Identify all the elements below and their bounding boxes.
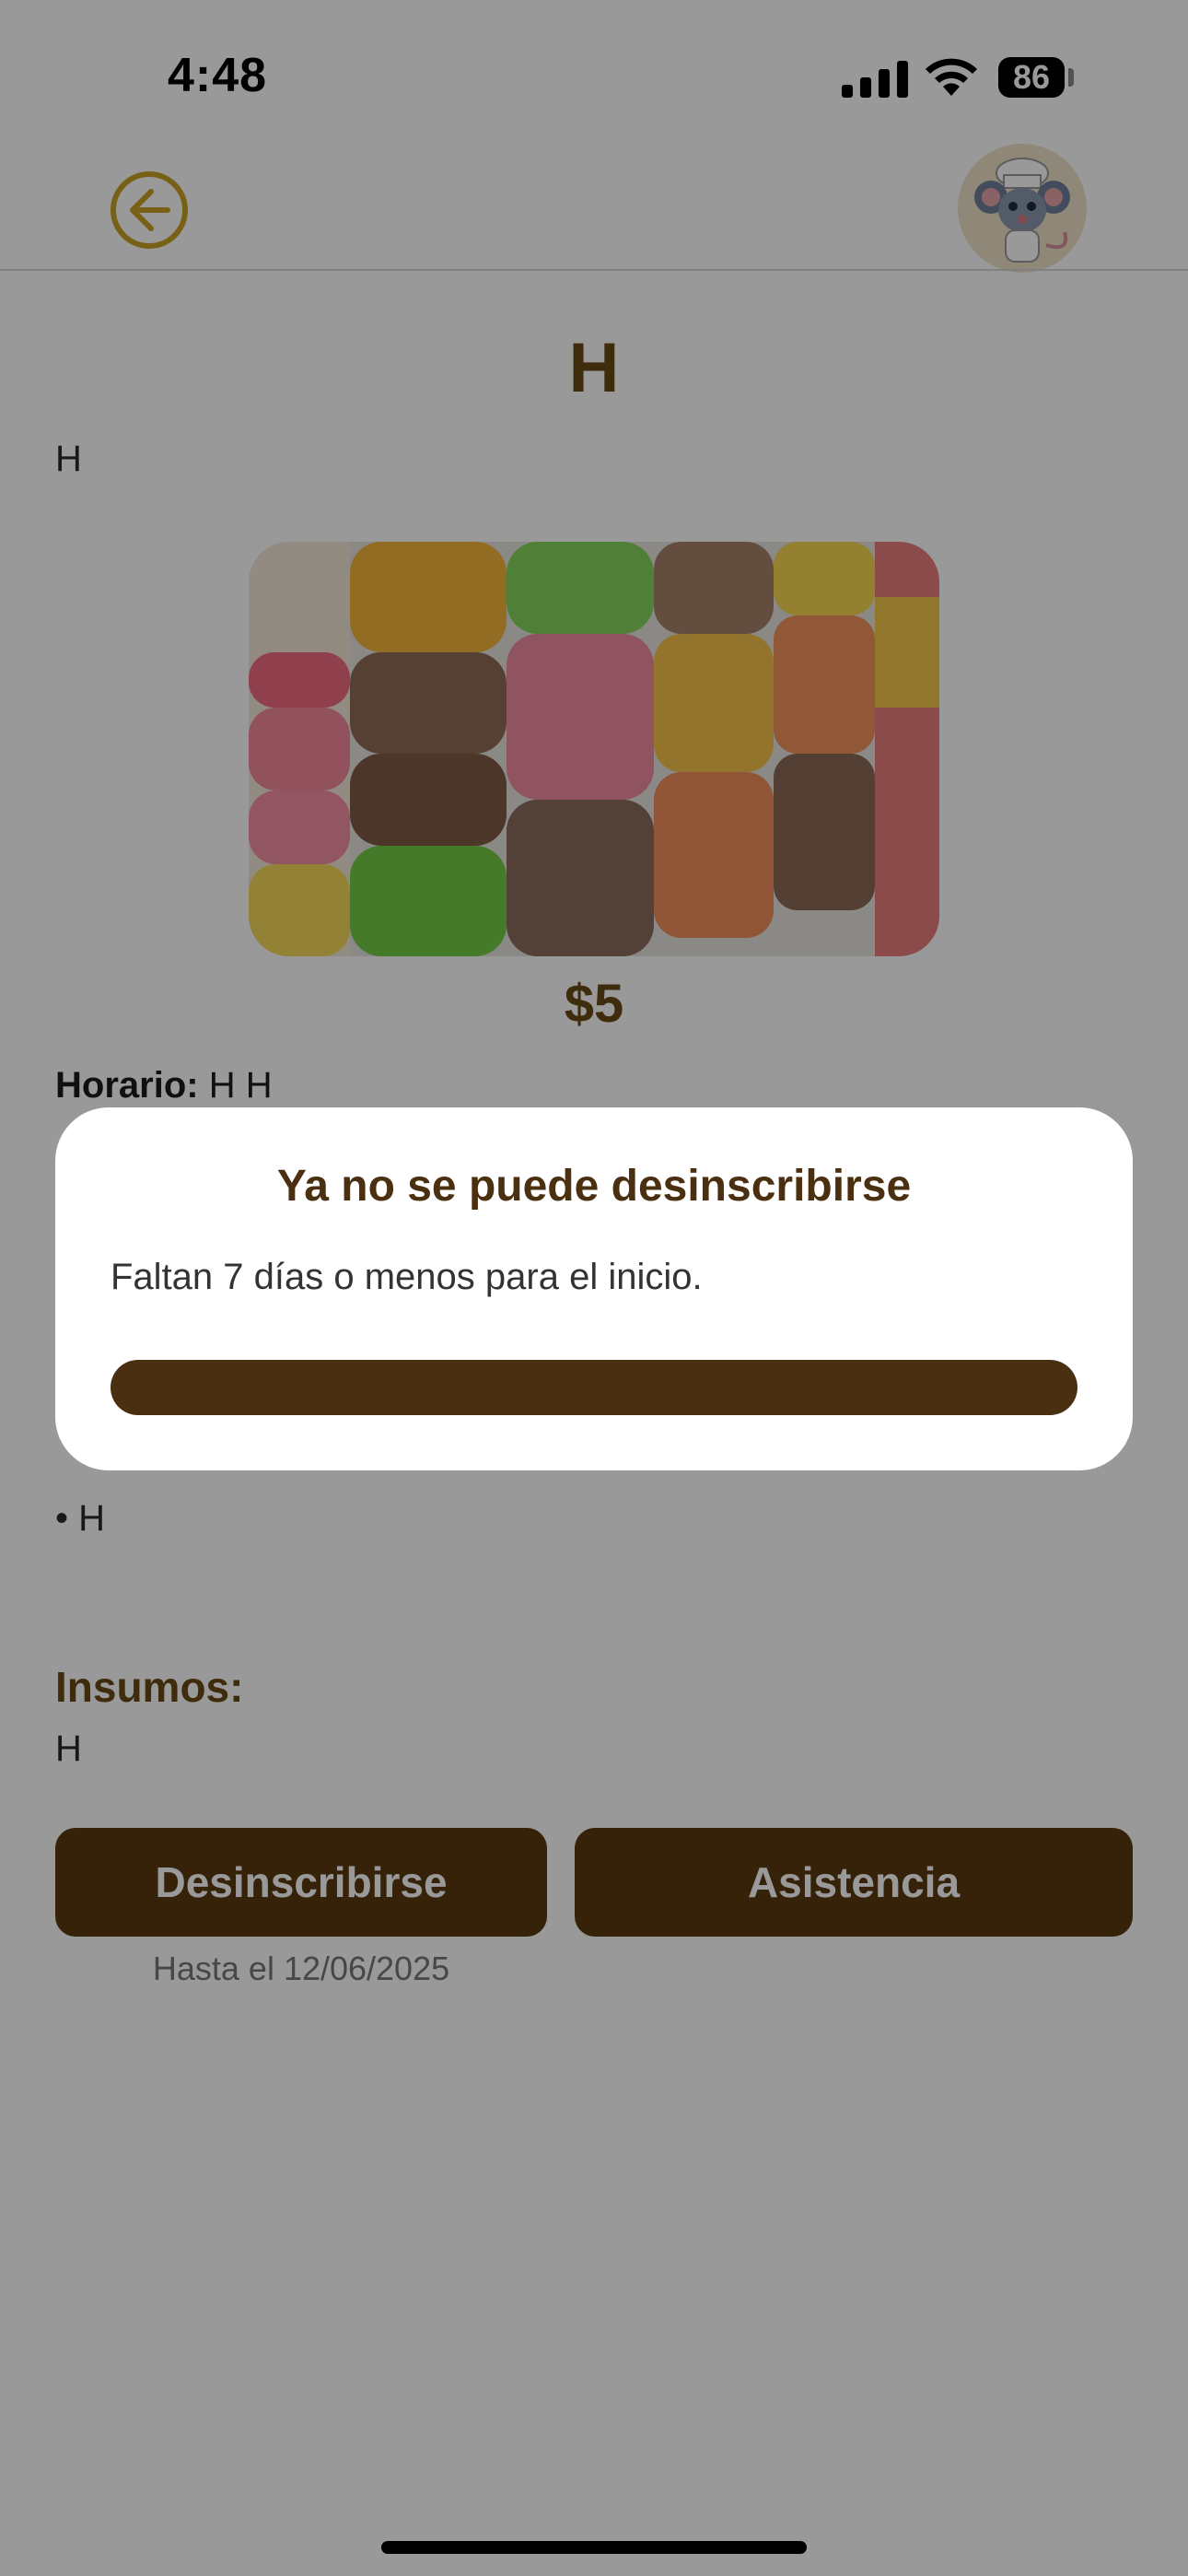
alert-dialog: Ya no se puede desinscribirse Faltan 7 d… [55,1107,1133,1470]
dialog-title: Ya no se puede desinscribirse [276,1162,912,1211]
dialog-confirm-button[interactable] [111,1360,1077,1415]
home-indicator[interactable] [381,2541,807,2554]
dialog-message: Faltan 7 días o menos para el inicio. [111,1257,703,1297]
